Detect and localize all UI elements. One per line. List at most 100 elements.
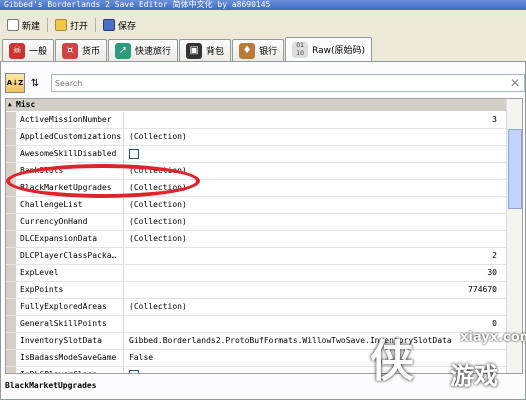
property-name: CurrencyOnHand: [16, 214, 124, 230]
property-value[interactable]: (Collection): [125, 214, 509, 230]
save-label: 保存: [118, 21, 137, 32]
tab-label: 背包: [206, 47, 225, 57]
categorized-icon: A↓Z: [6, 79, 24, 87]
tab-currency[interactable]: ¤ 货币: [55, 39, 108, 61]
category-label: Misc: [16, 100, 36, 109]
save-button[interactable]: 保存: [98, 16, 141, 34]
save-disk-icon: [103, 19, 116, 31]
row-gutter: [6, 316, 16, 332]
property-name: InventorySlotData: [16, 333, 124, 349]
scrollbar-thumb[interactable]: [508, 129, 522, 209]
property-checkbox[interactable]: [129, 369, 139, 373]
property-name: ChallengeList: [16, 197, 124, 213]
property-name: GeneralSkillPoints: [16, 316, 124, 332]
property-value[interactable]: (Collection): [125, 231, 509, 247]
alphabetical-sort-button[interactable]: ⇅: [27, 73, 43, 93]
search-input[interactable]: [54, 78, 495, 88]
property-row[interactable]: IsBadassModeSaveGame False: [6, 350, 522, 367]
property-name: FullyExploredAreas: [16, 299, 124, 315]
property-value[interactable]: (Collection): [125, 163, 509, 179]
window-title: Gibbed's Borderlands 2 Save Editor 简体中文化…: [0, 0, 526, 10]
new-file-icon: [7, 19, 19, 31]
alphabetical-icon: ⇅: [30, 77, 40, 89]
row-gutter: [6, 350, 16, 366]
toolbar-separator: [47, 18, 49, 32]
category-header[interactable]: ▲ Misc: [6, 99, 522, 111]
property-name: IsDLCPlayerClass: [16, 367, 124, 373]
property-value[interactable]: (Collection): [125, 129, 509, 145]
property-value[interactable]: 30: [125, 265, 509, 281]
open-folder-icon: [55, 19, 68, 31]
vertical-scrollbar[interactable]: [506, 99, 522, 373]
property-value[interactable]: (Collection): [125, 180, 509, 196]
property-value[interactable]: [125, 367, 509, 373]
property-row[interactable]: IsDLCPlayerClass: [6, 367, 522, 373]
categorized-sort-button[interactable]: A↓Z: [5, 73, 25, 93]
property-name: ExpPoints: [16, 282, 124, 298]
property-value[interactable]: Gibbed.Borderlands2.ProtoBufFormats.Will…: [125, 333, 509, 349]
property-row[interactable]: ChallengeList(Collection)▼: [6, 197, 522, 214]
property-value[interactable]: 0: [125, 316, 509, 332]
travel-icon: ➚: [115, 42, 132, 59]
tab-label: 快速旅行: [135, 47, 172, 57]
main-toolbar: 新建 打开 保存: [0, 14, 526, 36]
property-value[interactable]: (Collection): [125, 299, 509, 315]
row-gutter: [6, 146, 16, 162]
property-value[interactable]: (Collection): [125, 197, 509, 213]
tab-bank[interactable]: ♦ 银行: [232, 39, 285, 61]
row-gutter: [6, 129, 16, 145]
row-gutter: [6, 163, 16, 179]
new-label: 新建: [22, 21, 41, 32]
property-row[interactable]: CurrencyOnHand(Collection)▼: [6, 214, 522, 231]
property-value[interactable]: 2: [125, 248, 509, 264]
property-row[interactable]: BankSlots(Collection)▼: [6, 163, 522, 180]
open-button[interactable]: 打开: [50, 16, 93, 34]
property-value[interactable]: 3: [125, 112, 509, 128]
property-name: AppliedCustomizations: [16, 129, 124, 145]
backpack-icon: ▣: [186, 42, 203, 59]
row-gutter: [6, 333, 16, 349]
property-row[interactable]: DLCExpansionData(Collection)▼: [6, 231, 522, 248]
raw-icon: 01 10: [292, 41, 309, 58]
property-row[interactable]: ActiveMissionNumber3▲▼: [6, 112, 522, 129]
collapse-toggle-icon[interactable]: ▲: [8, 99, 12, 111]
new-button[interactable]: 新建: [2, 16, 45, 34]
open-label: 打开: [70, 21, 89, 32]
row-gutter: [6, 231, 16, 247]
property-row[interactable]: AppliedCustomizations(Collection)▼: [6, 129, 522, 146]
property-row[interactable]: AwesomeSkillDisabled: [6, 146, 522, 163]
property-row[interactable]: GeneralSkillPoints0▲▼: [6, 316, 522, 333]
property-value[interactable]: False: [125, 350, 509, 366]
property-grid-toolbar: A↓Z ⇅ ✕: [5, 70, 525, 96]
bank-icon: ♦: [239, 42, 256, 59]
property-name: BlackMarketUpgrades: [16, 180, 124, 196]
property-row[interactable]: InventorySlotData Gibbed.Borderlands2.Pro…: [6, 333, 522, 350]
toolbar-separator: [95, 18, 97, 32]
tab-label: Raw(原始码): [312, 46, 366, 56]
tab-backpack[interactable]: ▣ 背包: [179, 39, 232, 61]
row-gutter: [6, 248, 16, 264]
currency-icon: ¤: [62, 42, 79, 59]
row-gutter: [6, 197, 16, 213]
property-value[interactable]: 774670: [125, 282, 509, 298]
tab-fast-travel[interactable]: ➚ 快速旅行: [108, 39, 179, 61]
property-value[interactable]: [125, 146, 509, 162]
property-row[interactable]: ExpPoints774670▲▼: [6, 282, 522, 299]
property-row[interactable]: ExpLevel30▲▼: [6, 265, 522, 282]
row-gutter: [6, 282, 16, 298]
property-row[interactable]: BlackMarketUpgrades(Collection)▼: [6, 180, 522, 197]
row-gutter: [6, 180, 16, 196]
property-checkbox[interactable]: [129, 149, 139, 159]
tab-strip: ☠ 一般 ¤ 货币 ➚ 快速旅行 ▣ 背包 ♦ 银行 01 10 Raw(原始码): [0, 37, 526, 62]
tab-general[interactable]: ☠ 一般: [2, 39, 55, 61]
clear-search-icon[interactable]: ✕: [510, 76, 520, 90]
property-description: BlackMarketUpgrades: [5, 381, 97, 390]
search-box[interactable]: ✕: [50, 74, 525, 92]
tab-label: 一般: [29, 47, 48, 57]
row-gutter: [6, 265, 16, 281]
tab-label: 货币: [82, 47, 101, 57]
row-gutter: [6, 214, 16, 230]
property-row[interactable]: DLCPlayerClassPacka…2▲▼: [6, 248, 522, 265]
property-row[interactable]: FullyExploredAreas(Collection)▼: [6, 299, 522, 316]
tab-raw[interactable]: 01 10 Raw(原始码): [285, 37, 373, 61]
